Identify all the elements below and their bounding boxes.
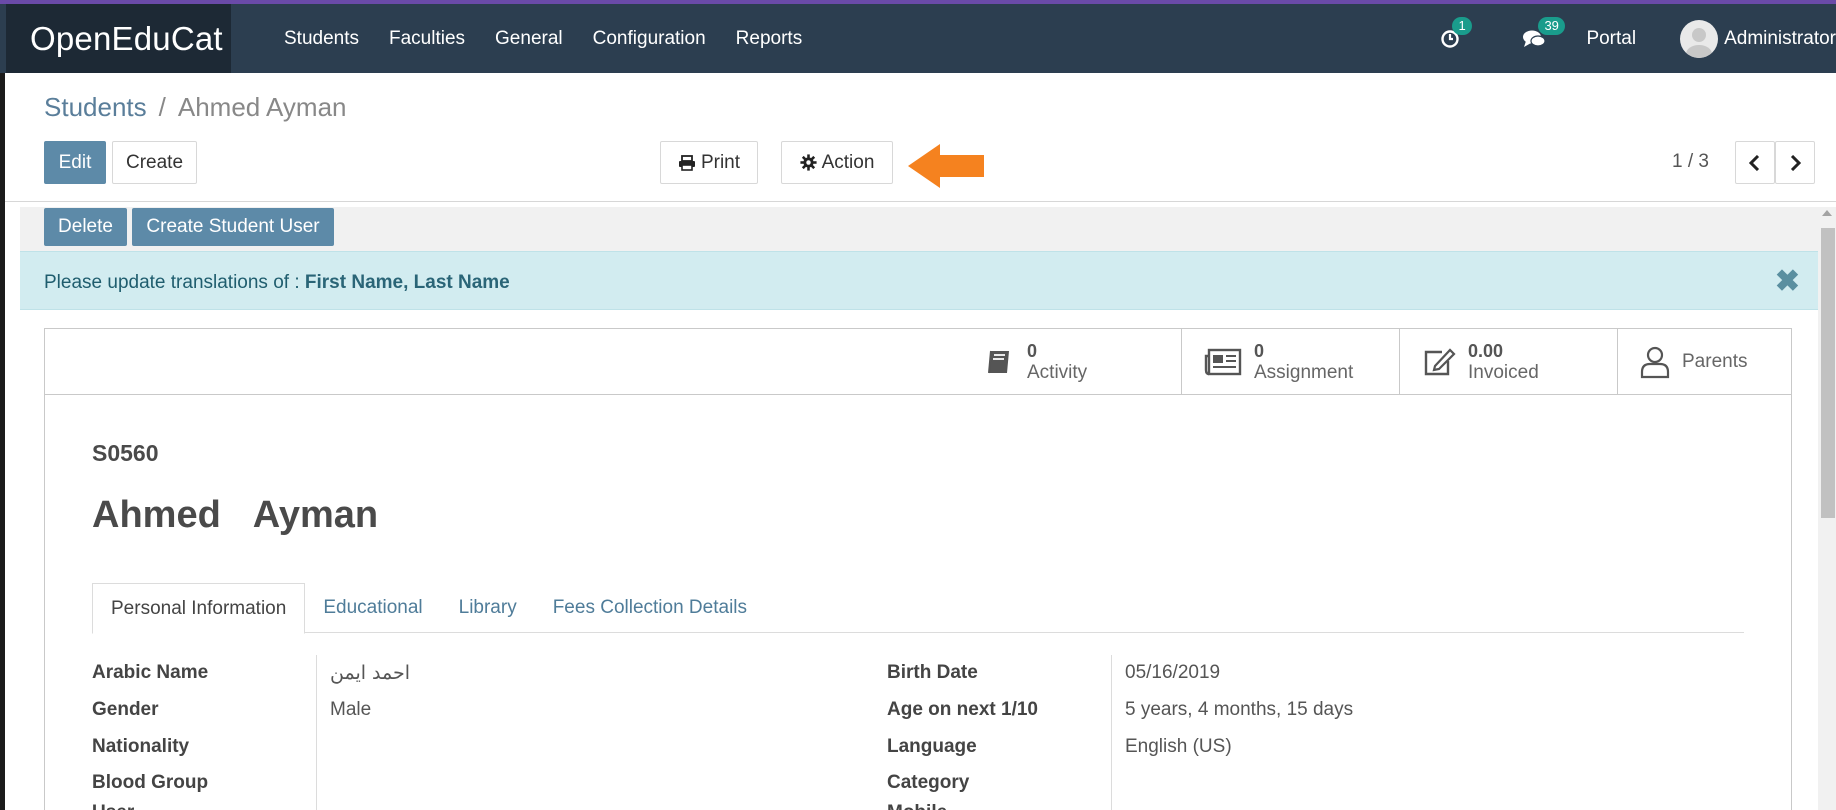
pager-next-button[interactable] xyxy=(1775,141,1815,184)
field-label: Birth Date xyxy=(887,662,978,683)
assignment-count: 0 xyxy=(1254,341,1265,361)
control-panel-border xyxy=(5,201,1836,202)
user-menu[interactable]: Administrator xyxy=(1724,28,1836,50)
portal-link[interactable]: Portal xyxy=(1586,28,1636,50)
breadcrumb-students-link[interactable]: Students xyxy=(44,92,147,123)
breadcrumb-current: Ahmed Ayman xyxy=(177,92,347,122)
field-label: Mobile xyxy=(887,802,947,810)
parents-smart-button[interactable]: Parents xyxy=(1617,329,1792,395)
create-student-user-button[interactable]: Create Student User xyxy=(132,208,334,246)
menu-reports[interactable]: Reports xyxy=(736,4,803,73)
tab-educational[interactable]: Educational xyxy=(305,583,440,633)
tab-personal-information[interactable]: Personal Information xyxy=(92,583,306,634)
top-navbar: OpenEduCat Students Faculties General Co… xyxy=(0,0,1836,73)
invoiced-smart-button[interactable]: 0.00 Invoiced xyxy=(1399,329,1617,395)
systray: 1 39 Portal Administrator xyxy=(1440,4,1836,73)
user-icon xyxy=(1640,346,1670,379)
field-label: Language xyxy=(887,736,977,757)
action-button[interactable]: Action xyxy=(781,141,893,184)
edit-button[interactable]: Edit xyxy=(44,141,106,184)
activity-smart-button[interactable]: 0 Activity xyxy=(963,329,1181,395)
tab-library[interactable]: Library xyxy=(441,583,535,633)
right-group-divider xyxy=(1111,655,1112,810)
alert-fields[interactable]: First Name, Last Name xyxy=(305,272,510,293)
field-label: Age on next 1/10 xyxy=(887,699,1038,720)
last-name: Ayman xyxy=(252,494,379,536)
chevron-right-icon xyxy=(1790,154,1801,171)
alert-message: Please update translations of : First Na… xyxy=(44,272,510,294)
brand-logo[interactable]: OpenEduCat xyxy=(6,4,231,73)
translation-alert: Please update translations of : First Na… xyxy=(20,251,1820,310)
gender-value: Male xyxy=(330,699,372,720)
scrollbar-thumb[interactable] xyxy=(1821,228,1835,518)
pager-value[interactable]: 1 / 3 xyxy=(1672,151,1709,173)
smart-button-box: 0 Activity 0 Assignment 0.00 Invoiced Pa… xyxy=(44,328,1792,395)
left-group-divider xyxy=(316,655,317,810)
newspaper-icon xyxy=(1204,348,1242,376)
menu-general[interactable]: General xyxy=(495,4,563,73)
assignment-smart-button[interactable]: 0 Assignment xyxy=(1181,329,1399,395)
breadcrumb-separator: / xyxy=(158,92,166,122)
field-label: Category xyxy=(887,772,970,793)
chevron-left-icon xyxy=(1749,154,1760,171)
language-value: English (US) xyxy=(1125,736,1232,757)
activity-menu[interactable]: 1 xyxy=(1440,16,1472,49)
activity-count: 0 xyxy=(1027,341,1038,361)
gear-icon xyxy=(800,154,817,171)
form-tabs: Personal Information Educational Library… xyxy=(92,583,1744,634)
invoiced-amount: 0.00 xyxy=(1468,341,1504,361)
invoiced-label: Invoiced xyxy=(1468,362,1539,383)
menu-students[interactable]: Students xyxy=(284,4,359,73)
annotation-arrow-icon xyxy=(908,144,984,188)
print-button[interactable]: Print xyxy=(660,141,758,184)
breadcrumb: Students / Ahmed Ayman xyxy=(44,92,347,123)
birth-date-value: 05/16/2019 xyxy=(1125,662,1221,683)
print-icon xyxy=(678,154,695,171)
activity-badge: 1 xyxy=(1452,16,1472,35)
arabic-name-value: احمد ايمن xyxy=(330,662,411,684)
messages-menu[interactable]: 39 xyxy=(1522,16,1565,49)
menu-configuration[interactable]: Configuration xyxy=(593,4,706,73)
delete-button[interactable]: Delete xyxy=(44,208,127,246)
messages-badge: 39 xyxy=(1538,16,1565,35)
field-label: Nationality xyxy=(92,736,190,757)
book-icon xyxy=(988,350,1009,374)
student-name[interactable]: Ahmed Ayman xyxy=(92,494,378,537)
alert-text: Please update translations of : xyxy=(44,272,305,293)
assignment-label: Assignment xyxy=(1254,362,1354,383)
close-icon[interactable]: ✖ xyxy=(1775,264,1800,299)
field-label: Arabic Name xyxy=(92,662,209,683)
tab-fees-collection-details[interactable]: Fees Collection Details xyxy=(535,583,765,633)
parents-label: Parents xyxy=(1682,351,1748,372)
action-label: Action xyxy=(821,151,875,173)
menu-faculties[interactable]: Faculties xyxy=(389,4,465,73)
main-menu: Students Faculties General Configuration… xyxy=(284,4,832,73)
scroll-up-icon[interactable] xyxy=(1822,210,1832,216)
print-label: Print xyxy=(700,151,741,173)
create-button[interactable]: Create xyxy=(112,141,197,184)
student-reference: S0560 xyxy=(92,440,159,466)
edit-icon xyxy=(1424,348,1456,376)
age-value: 5 years, 4 months, 15 days xyxy=(1125,699,1354,720)
avatar[interactable] xyxy=(1680,19,1719,58)
activity-label: Activity xyxy=(1027,362,1088,383)
first-name: Ahmed xyxy=(92,494,221,536)
pager-previous-button[interactable] xyxy=(1735,141,1775,184)
field-label: User xyxy=(92,802,134,810)
field-label: Gender xyxy=(92,699,159,720)
left-edge xyxy=(0,73,5,810)
field-label: Blood Group xyxy=(92,772,209,793)
avatar-user-icon xyxy=(1686,27,1713,58)
